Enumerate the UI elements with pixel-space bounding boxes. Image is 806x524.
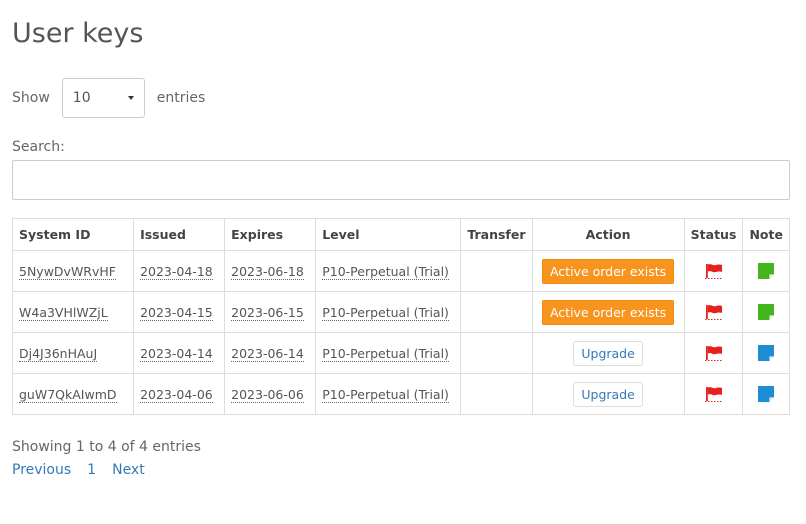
show-label: Show (12, 90, 50, 106)
cell-system-id: Dj4J36nHAuJ (11, 332, 135, 374)
table-row: W4a3VHlWZjL 2023-04-15 2023-06-15 P10-Perpe… (11, 291, 790, 333)
cell-level: P10-Perpetual (Trial) (315, 291, 462, 333)
pagination-page-1[interactable]: 1 (87, 462, 96, 478)
active-order-button[interactable]: Active order exists (541, 258, 675, 284)
cell-status (683, 250, 744, 292)
pagination-next[interactable]: Next (112, 462, 145, 478)
level-value: P10-Perpetual (Trial) (322, 386, 449, 403)
issued-date: 2023-04-18 (140, 263, 213, 280)
cell-status (683, 291, 744, 333)
cell-action: Upgrade (531, 373, 685, 415)
cell-transfer (460, 373, 533, 415)
cell-issued: 2023-04-14 (133, 332, 226, 374)
header-system-id[interactable]: System ID (11, 218, 135, 251)
cell-note (742, 373, 790, 415)
table-row: guW7QkAIwmD 2023-04-06 2023-06-06 P10-Perpe… (11, 373, 790, 415)
cell-action: Upgrade (531, 332, 685, 374)
system-id[interactable]: Dj4J36nHAuJ (19, 345, 98, 362)
header-expires[interactable]: Expires (224, 218, 317, 251)
cell-issued: 2023-04-15 (133, 291, 226, 333)
table-info: Showing 1 to 4 of 4 entries (12, 439, 201, 455)
cell-issued: 2023-04-06 (133, 373, 226, 415)
level-value: P10-Perpetual (Trial) (322, 304, 449, 321)
keys-table: System ID Issued Expires Level Transfer … (11, 218, 790, 415)
flag-icon[interactable] (704, 262, 724, 280)
upgrade-button[interactable]: Upgrade (573, 381, 643, 407)
table-row: 5NywDvWRvHF 2023-04-18 2023-06-18 P10-Perpe… (11, 250, 790, 292)
table-row: Dj4J36nHAuJ 2023-04-14 2023-06-14 P10-Perpe… (11, 332, 790, 374)
cell-note (742, 291, 790, 333)
flag-icon[interactable] (704, 303, 724, 321)
cell-status (683, 332, 744, 374)
cell-transfer (460, 250, 533, 292)
flag-icon[interactable] (704, 385, 724, 403)
pagination-previous[interactable]: Previous (12, 462, 71, 478)
cell-system-id: W4a3VHlWZjL (11, 291, 135, 333)
header-issued[interactable]: Issued (133, 218, 226, 251)
issued-date: 2023-04-06 (140, 386, 213, 403)
expires-date: 2023-06-06 (231, 386, 304, 403)
note-icon[interactable] (757, 344, 775, 362)
level-value: P10-Perpetual (Trial) (322, 345, 449, 362)
header-status[interactable]: Status (683, 218, 744, 251)
cell-note (742, 250, 790, 292)
cell-transfer (460, 291, 533, 333)
expires-date: 2023-06-14 (231, 345, 304, 362)
cell-expires: 2023-06-14 (224, 332, 317, 374)
system-id[interactable]: 5NywDvWRvHF (19, 263, 116, 280)
header-action[interactable]: Action (531, 218, 685, 251)
length-control: Show 10 entries (12, 78, 205, 118)
pagination: Previous 1 Next (12, 462, 145, 478)
cell-expires: 2023-06-18 (224, 250, 317, 292)
system-id[interactable]: W4a3VHlWZjL (19, 304, 108, 321)
entries-select-value: 10 (72, 90, 91, 106)
cell-system-id: 5NywDvWRvHF (11, 250, 135, 292)
issued-date: 2023-04-14 (140, 345, 213, 362)
cell-status (683, 373, 744, 415)
expires-date: 2023-06-15 (231, 304, 304, 321)
cell-level: P10-Perpetual (Trial) (315, 373, 462, 415)
cell-note (742, 332, 790, 374)
chevron-down-icon (127, 96, 134, 100)
cell-transfer (460, 332, 533, 374)
level-value: P10-Perpetual (Trial) (322, 263, 449, 280)
search-label: Search: (12, 139, 65, 155)
issued-date: 2023-04-15 (140, 304, 213, 321)
cell-action: Active order exists (531, 250, 685, 292)
system-id[interactable]: guW7QkAIwmD (19, 386, 117, 403)
entries-label: entries (156, 90, 206, 106)
cell-action: Active order exists (531, 291, 685, 333)
search-input[interactable] (12, 160, 790, 200)
upgrade-button[interactable]: Upgrade (573, 340, 643, 366)
note-icon[interactable] (757, 303, 775, 321)
cell-expires: 2023-06-06 (224, 373, 317, 415)
cell-level: P10-Perpetual (Trial) (315, 250, 462, 292)
note-icon[interactable] (757, 385, 775, 403)
table-header-row: System ID Issued Expires Level Transfer … (11, 218, 790, 251)
cell-expires: 2023-06-15 (224, 291, 317, 333)
active-order-button[interactable]: Active order exists (541, 299, 675, 325)
header-transfer[interactable]: Transfer (460, 218, 533, 251)
entries-select[interactable]: 10 (61, 78, 145, 118)
cell-system-id: guW7QkAIwmD (11, 373, 135, 415)
note-icon[interactable] (757, 262, 775, 280)
table-body: 5NywDvWRvHF 2023-04-18 2023-06-18 P10-Perpe… (11, 250, 790, 415)
flag-icon[interactable] (704, 344, 724, 362)
expires-date: 2023-06-18 (231, 263, 304, 280)
cell-issued: 2023-04-18 (133, 250, 226, 292)
cell-level: P10-Perpetual (Trial) (315, 332, 462, 374)
page-title: User keys (12, 18, 144, 49)
header-note[interactable]: Note (742, 218, 790, 251)
header-level[interactable]: Level (315, 218, 462, 251)
